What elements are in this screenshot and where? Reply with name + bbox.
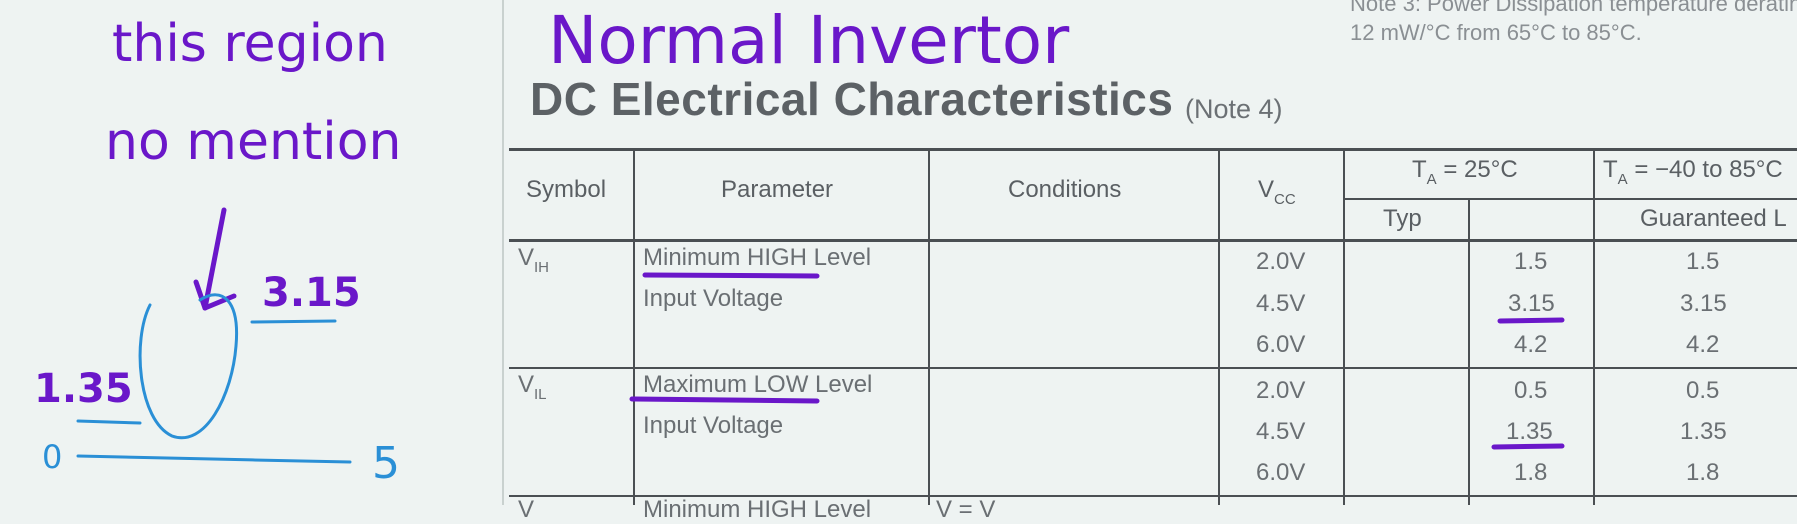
annotation-strokes	[76, 207, 1565, 464]
underline-min-high	[642, 272, 820, 279]
underline-val-135	[1491, 443, 1565, 450]
arrow-stroke	[202, 207, 227, 311]
underline-val-315	[1497, 317, 1565, 324]
underline-max-low	[629, 396, 820, 404]
blue-underline-low	[76, 419, 142, 425]
blue-transfer-curve	[138, 293, 239, 440]
blue-underline-high	[250, 319, 337, 324]
blue-axis-line	[76, 454, 352, 464]
